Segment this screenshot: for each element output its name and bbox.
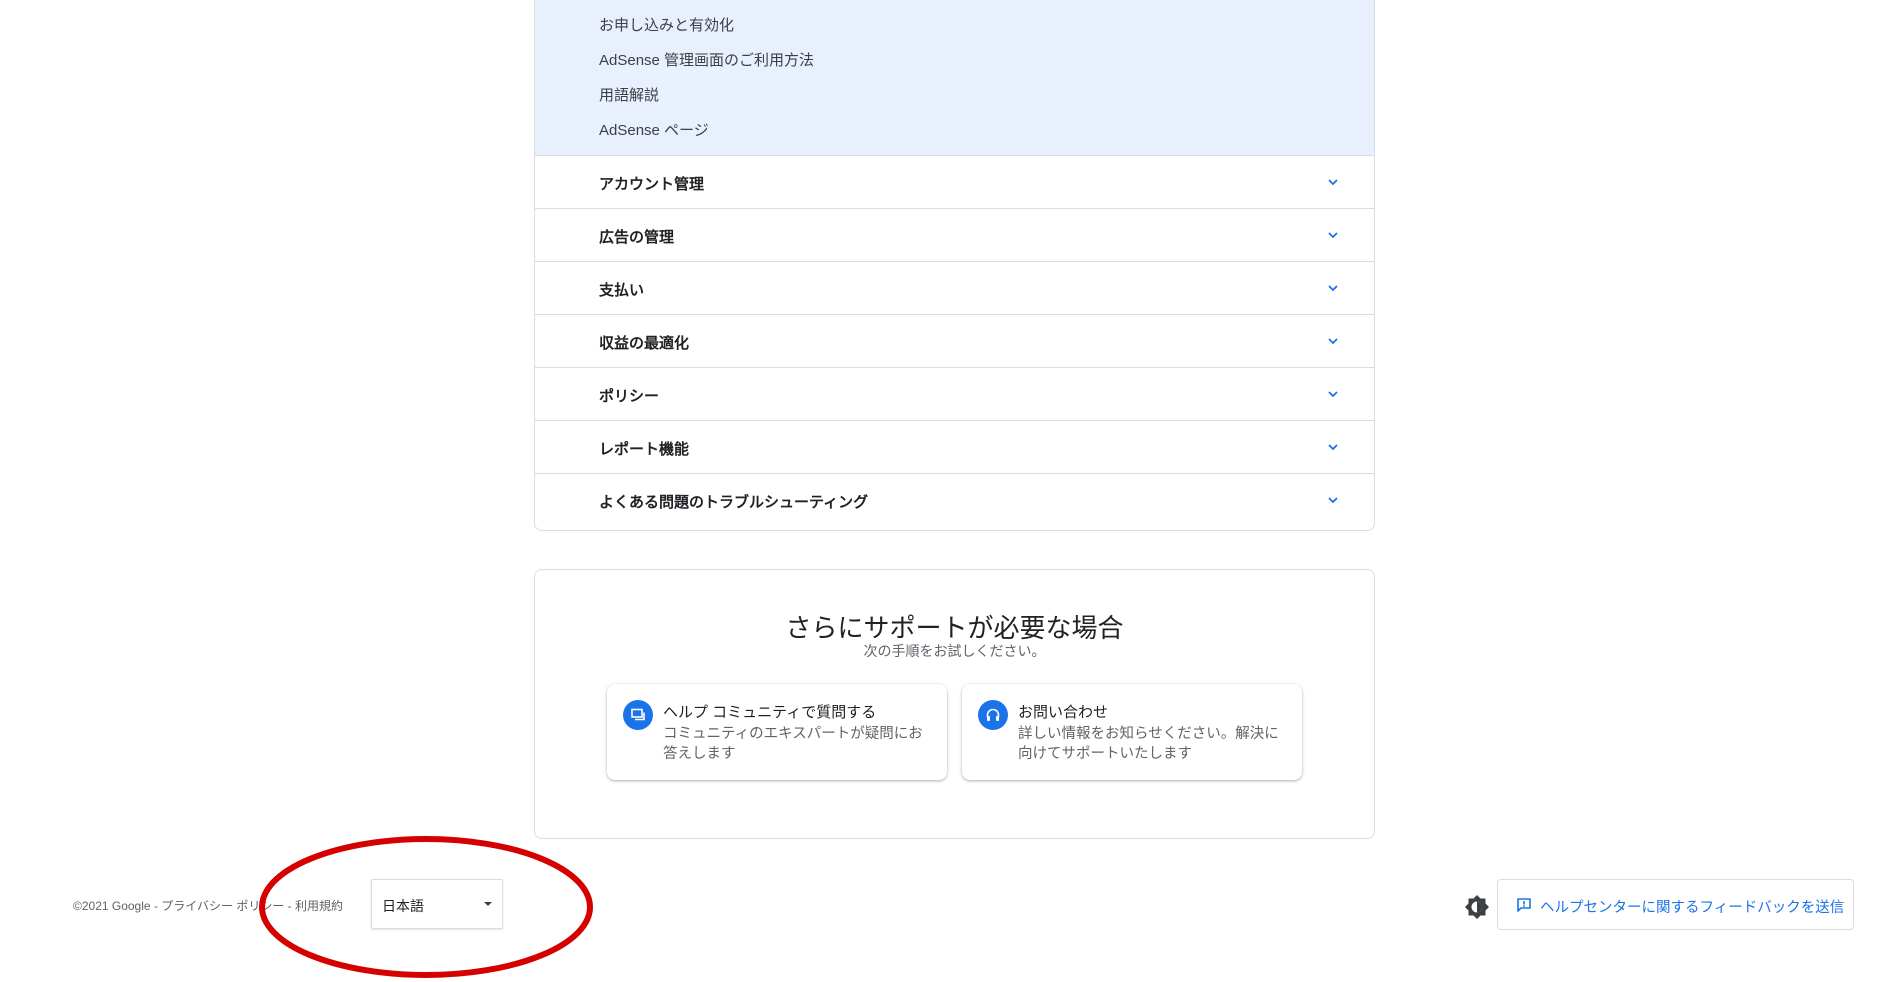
accordion-item-payments[interactable]: 支払い (535, 262, 1374, 315)
chevron-down-icon (1328, 285, 1338, 292)
submenu-link-how-to-use[interactable]: AdSense 管理画面のご利用方法 (599, 49, 814, 70)
footer-legal-links[interactable]: ©2021 Google - プライバシー ポリシー - 利用規約 (73, 897, 343, 914)
contact-option-card[interactable]: お問い合わせ 詳しい情報をお知らせください。解決に向けてサポートいたします (962, 684, 1302, 780)
send-feedback-button[interactable]: ヘルプセンターに関するフィードバックを送信 (1497, 879, 1854, 930)
topic-accordion: アカウント管理 広告の管理 支払い 収益の最適化 ポリシー レポート機能 よくあ… (534, 155, 1375, 531)
accordion-label: 広告の管理 (599, 229, 675, 246)
chevron-down-icon (1328, 444, 1338, 451)
submenu-panel: お申し込みと有効化 AdSense 管理画面のご利用方法 用語解説 AdSens… (534, 0, 1375, 155)
dropdown-arrow-icon (484, 902, 492, 906)
accordion-label: 収益の最適化 (599, 335, 690, 352)
chevron-down-icon (1328, 391, 1338, 398)
accordion-item-policy[interactable]: ポリシー (535, 368, 1374, 421)
community-option-description: コミュニティのエキスパートが疑問にお答えします (663, 726, 923, 762)
submenu-link-glossary[interactable]: 用語解説 (599, 84, 659, 105)
feedback-icon (1517, 898, 1531, 912)
support-title: さらにサポートが必要な場合 (785, 613, 1124, 643)
community-option-title: ヘルプ コミュニティで質問する (663, 704, 877, 721)
submenu-link-signup[interactable]: お申し込みと有効化 (599, 14, 734, 35)
submenu-link-adsense-page[interactable]: AdSense ページ (599, 119, 709, 140)
accordion-label: アカウント管理 (599, 176, 705, 193)
community-option-card[interactable]: ヘルプ コミュニティで質問する コミュニティのエキスパートが疑問にお答えします (607, 684, 947, 780)
accordion-item-optimization[interactable]: 収益の最適化 (535, 315, 1374, 368)
accordion-item-account[interactable]: アカウント管理 (535, 156, 1374, 209)
theme-toggle-icon[interactable] (1464, 894, 1490, 920)
chevron-down-icon (1328, 232, 1338, 239)
accordion-item-ads[interactable]: 広告の管理 (535, 209, 1374, 262)
send-feedback-label: ヘルプセンターに関するフィードバックを送信 (1540, 900, 1845, 916)
contact-option-title: お問い合わせ (1018, 704, 1109, 721)
accordion-item-troubleshooting[interactable]: よくある問題のトラブルシューティング (535, 474, 1374, 527)
accordion-item-reports[interactable]: レポート機能 (535, 421, 1374, 474)
chevron-down-icon (1328, 338, 1338, 345)
language-select[interactable]: 日本語 (371, 879, 503, 929)
accordion-label: 支払い (599, 282, 645, 299)
accordion-label: レポート機能 (599, 441, 690, 458)
language-select-value: 日本語 (382, 898, 424, 914)
chevron-down-icon (1328, 179, 1338, 186)
accordion-label: よくある問題のトラブルシューティング (599, 494, 869, 511)
contact-option-description: 詳しい情報をお知らせください。解決に向けてサポートいたします (1018, 726, 1279, 762)
headset-icon (978, 700, 1008, 730)
accordion-label: ポリシー (599, 388, 660, 405)
support-card: さらにサポートが必要な場合 次の手順をお試しください。 ヘルプ コミュニティで質… (534, 569, 1375, 839)
chevron-down-icon (1328, 497, 1338, 504)
support-subtitle: 次の手順をお試しください。 (863, 643, 1046, 659)
forum-icon (623, 700, 653, 730)
